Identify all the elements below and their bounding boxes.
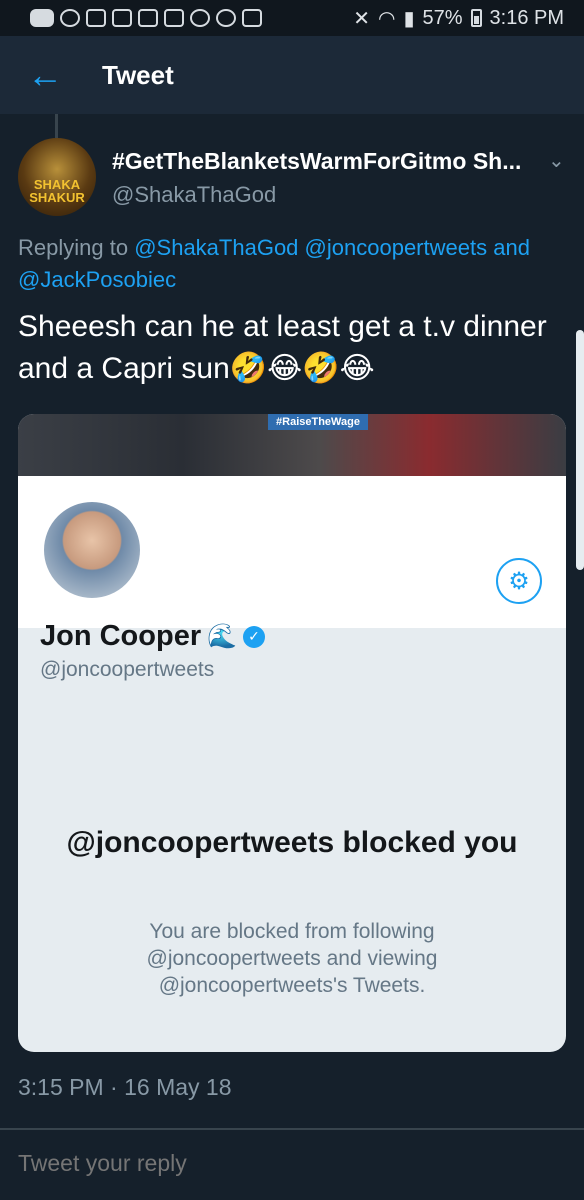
- profile-avatar: [40, 498, 144, 602]
- scrollbar[interactable]: [576, 330, 584, 570]
- mention-link[interactable]: @ShakaThaGod: [134, 235, 298, 260]
- status-bar: ✕ ◠ ▮ 57% 3:16 PM: [0, 0, 584, 36]
- app-header: ← Tweet: [0, 36, 584, 114]
- youtube-icon: [112, 9, 132, 27]
- check-icon: [190, 9, 210, 27]
- blocked-title: @joncoopertweets blocked you: [66, 826, 518, 859]
- banner-hashtag: #RaiseTheWage: [268, 414, 368, 430]
- system-status: ✕ ◠ ▮ 57% 3:16 PM: [353, 6, 564, 31]
- embedded-image[interactable]: #RaiseTheWage ⚙ Jon Cooper 🌊 ✓ @joncoope…: [18, 414, 566, 1052]
- mention-link[interactable]: @JackPosobiec: [18, 267, 176, 292]
- app-notification-icon: [60, 9, 80, 27]
- back-button[interactable]: ←: [0, 36, 90, 114]
- mention-link[interactable]: and: [493, 235, 530, 260]
- mute-icon: ✕: [353, 7, 371, 30]
- chevron-down-icon[interactable]: ⌄: [548, 148, 565, 173]
- page-title: Tweet: [102, 59, 174, 90]
- back-arrow-icon: ←: [27, 54, 63, 95]
- blocked-description: You are blocked from following @joncoope…: [146, 920, 438, 997]
- replying-to: Replying to @ShakaThaGod @joncoopertweet…: [18, 232, 558, 296]
- replying-prefix: Replying to: [18, 235, 129, 260]
- profile-banner: #RaiseTheWage: [18, 414, 566, 476]
- image-icon: [138, 9, 158, 27]
- profile-handle: @joncoopertweets: [40, 658, 215, 681]
- settings-icon: [216, 9, 236, 27]
- verified-icon: ✓: [243, 625, 266, 648]
- avatar-logo-text: SHAKA SHAKUR: [29, 177, 85, 205]
- display-name[interactable]: #GetTheBlanketsWarmForGitmo Sh...: [112, 148, 542, 175]
- gmail-icon: [86, 9, 106, 27]
- mention-link[interactable]: @joncoopertweets: [305, 235, 488, 260]
- profile-name: Jon Cooper: [40, 620, 202, 652]
- profile-name-row: Jon Cooper 🌊 ✓: [40, 620, 266, 653]
- username[interactable]: @ShakaThaGod: [112, 182, 276, 208]
- battery-icon: [470, 9, 482, 27]
- tweet-text: Sheeesh can he at least get a t.v dinner…: [18, 310, 547, 385]
- thread-line: [55, 114, 58, 138]
- wave-icon: 🌊: [207, 623, 238, 650]
- gear-icon: ⚙: [496, 558, 542, 604]
- tweet-timestamp: 3:15 PM · 16 May 18: [18, 1074, 232, 1100]
- profile-header: ⚙ Jon Cooper 🌊 ✓ @joncoopertweets: [18, 476, 566, 681]
- facebook-icon: [242, 9, 262, 27]
- signal-icon: ▮: [403, 7, 415, 30]
- wifi-icon: ◠: [378, 7, 396, 30]
- more-notifications-icon: [30, 9, 54, 27]
- image-icon: [164, 9, 184, 27]
- avatar[interactable]: SHAKA SHAKUR: [18, 138, 96, 216]
- clock: 3:16 PM: [489, 6, 564, 29]
- notification-icons: [30, 9, 353, 27]
- reply-input[interactable]: [18, 1150, 558, 1177]
- battery-level: 57%: [422, 6, 463, 29]
